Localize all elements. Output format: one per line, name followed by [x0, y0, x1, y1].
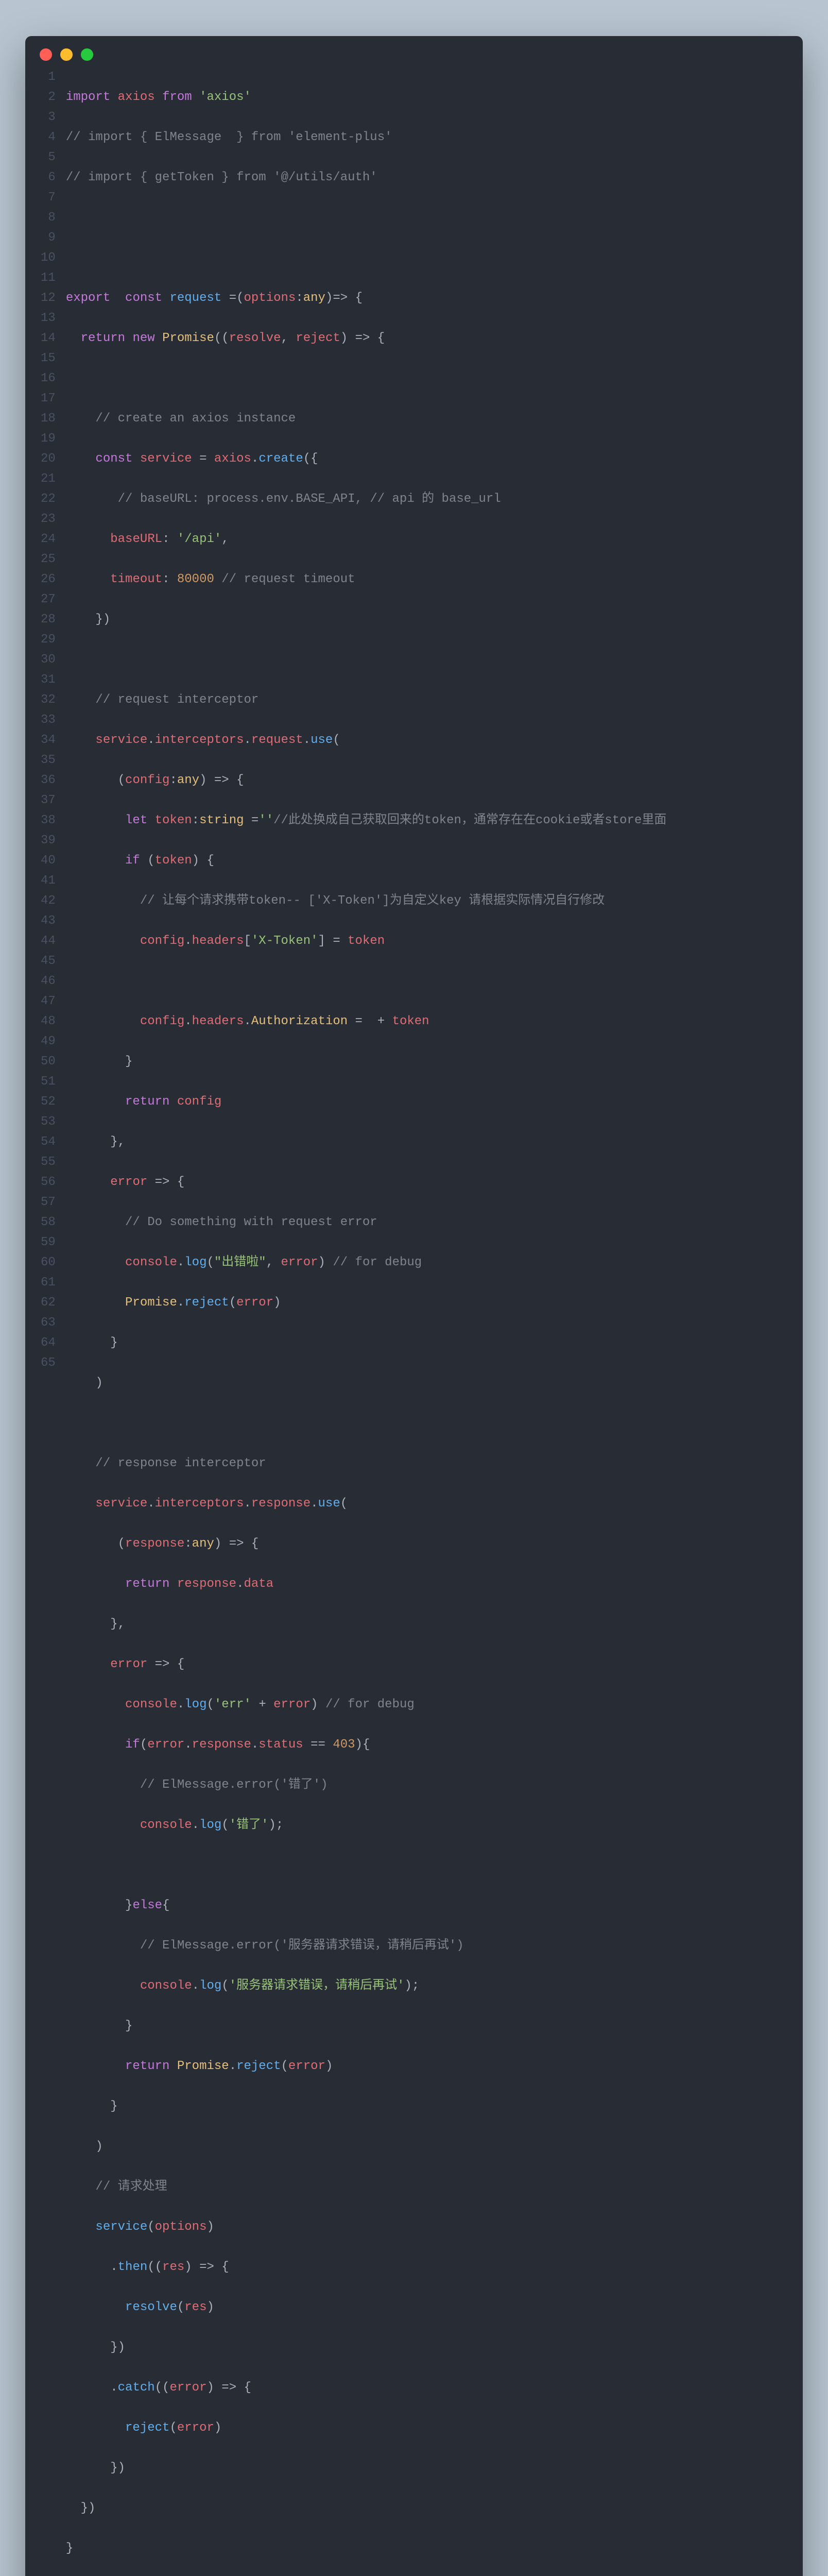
editor-window: 1 2 3 4 5 6 7 8 9 10 11 12 13 14 15 16 1…	[25, 36, 803, 2576]
window-titlebar	[25, 36, 803, 67]
close-icon[interactable]	[40, 48, 52, 61]
code-content[interactable]: import axios from 'axios' // import { El…	[66, 67, 803, 2576]
line-gutter: 1 2 3 4 5 6 7 8 9 10 11 12 13 14 15 16 1…	[25, 67, 66, 2576]
code-editor[interactable]: 1 2 3 4 5 6 7 8 9 10 11 12 13 14 15 16 1…	[25, 67, 803, 2576]
maximize-icon[interactable]	[81, 48, 93, 61]
minimize-icon[interactable]	[60, 48, 73, 61]
